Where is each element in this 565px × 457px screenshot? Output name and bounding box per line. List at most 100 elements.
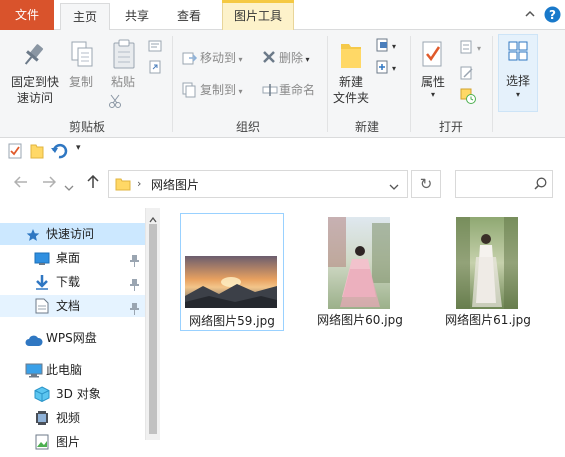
pictures-icon (35, 434, 49, 457)
properties-button[interactable]: 属性 ▾ (414, 74, 452, 100)
refresh-button[interactable]: ↻ (411, 170, 441, 198)
tab-home[interactable]: 主页 (60, 3, 110, 31)
3d-objects-icon (34, 386, 50, 409)
tab-picture-tools[interactable]: 图片工具 (222, 3, 294, 30)
new-folder-label-line2: 文件夹 (332, 91, 369, 105)
breadcrumb-separator-chevron-icon[interactable]: › (137, 177, 141, 190)
star-icon (26, 227, 40, 249)
file-tile[interactable]: 网络图片60.jpg (308, 213, 412, 331)
nav-item-3d-objects[interactable]: 3D 对象 (0, 383, 145, 405)
collapse-ribbon-chevron-icon[interactable] (524, 8, 536, 23)
new-folder-icon[interactable] (30, 143, 44, 162)
nav-item-desktop[interactable]: 桌面 (0, 247, 145, 269)
nav-item-documents[interactable]: 文档 (0, 295, 145, 317)
pin-icon[interactable] (130, 300, 139, 315)
file-tile[interactable]: 网络图片59.jpg (180, 213, 284, 331)
easy-access-icon[interactable]: ▾ (376, 60, 398, 77)
rename-button[interactable]: 重命名 (279, 82, 315, 98)
desktop-icon (34, 251, 50, 273)
nav-item-this-pc[interactable]: 此电脑 (0, 359, 145, 381)
pin-icon[interactable] (130, 276, 139, 291)
svg-text:▾: ▾ (392, 42, 396, 51)
cloud-icon (25, 332, 43, 354)
nav-item-downloads[interactable]: 下载 (0, 271, 145, 293)
nav-item-label: 下载 (56, 275, 81, 289)
delete-label: 删除 (279, 51, 304, 65)
move-to-icon (182, 50, 198, 69)
search-icon[interactable] (534, 177, 547, 193)
clipboard-group-label: 剪贴板 (68, 120, 105, 134)
new-folder-label-line1: 新建 (338, 75, 363, 89)
move-to-dropdown-arrow-icon: ▾ (236, 55, 243, 64)
address-path[interactable]: 网络图片 (151, 176, 199, 193)
paste-button[interactable]: 粘贴 (106, 74, 140, 90)
file-name[interactable]: 网络图片60.jpg (308, 311, 412, 328)
nav-item-quick-access[interactable]: 快速访问 (0, 223, 145, 245)
move-to-button[interactable]: 移动到 ▾ (200, 50, 243, 68)
back-arrow-icon[interactable] (13, 174, 28, 193)
ribbon-separator (172, 36, 173, 132)
select-icon (508, 41, 528, 64)
address-history-chevron-icon[interactable] (389, 180, 399, 194)
tab-file[interactable]: 文件 (0, 0, 54, 30)
pin-label-line1: 固定到快 (10, 75, 59, 89)
file-name[interactable]: 网络图片61.jpg (436, 311, 540, 328)
delete-button[interactable]: 删除 ▾ (279, 50, 310, 68)
search-box[interactable] (455, 170, 553, 198)
select-button[interactable]: 选择 ▾ (498, 34, 538, 112)
nav-item-label: 快速访问 (46, 227, 95, 241)
video-icon (35, 410, 49, 433)
tab-share[interactable]: 共享 (114, 3, 160, 30)
ribbon-separator (327, 36, 328, 132)
nav-item-label: 视频 (56, 411, 81, 425)
forward-arrow-icon[interactable] (42, 174, 57, 193)
nav-item-wps-cloud[interactable]: WPS网盘 (0, 327, 145, 349)
cut-icon[interactable] (108, 94, 122, 111)
select-dropdown-arrow-icon: ▾ (515, 90, 520, 99)
document-icon (35, 298, 49, 321)
edit-icon[interactable] (460, 66, 474, 83)
new-item-icon[interactable]: ▾ (376, 38, 398, 55)
history-icon[interactable] (460, 88, 476, 107)
pin-icon[interactable] (130, 252, 139, 267)
svg-text:▾: ▾ (477, 44, 481, 53)
nav-item-pictures[interactable]: 图片 (0, 431, 145, 453)
nav-item-label: 3D 对象 (56, 387, 101, 401)
folder-icon (115, 176, 131, 195)
navigation-pane-scrollbar[interactable] (145, 208, 160, 440)
file-name[interactable]: 网络图片59.jpg (181, 312, 283, 329)
up-arrow-icon[interactable] (86, 174, 100, 193)
open-icon[interactable]: ▾ (460, 40, 484, 57)
move-to-label: 移动到 (200, 51, 237, 65)
recent-locations-chevron-icon[interactable] (64, 177, 74, 196)
copy-icon (70, 40, 94, 73)
tab-view[interactable]: 查看 (166, 3, 212, 30)
copy-to-button[interactable]: 复制到 ▾ (200, 82, 243, 100)
rename-icon (262, 83, 278, 100)
copy-to-icon (182, 82, 198, 101)
ribbon-separator (410, 36, 411, 132)
file-tile[interactable]: 网络图片61.jpg (436, 213, 540, 331)
ribbon: 固定到快 速访问 复制 粘贴 剪贴板 移动到 ▾ 复制到 ▾ 删除 ▾ 重命名 … (0, 30, 565, 138)
image-thumbnail (185, 256, 277, 308)
nav-item-label: 桌面 (56, 251, 81, 265)
address-bar[interactable]: › 网络图片 (108, 170, 408, 198)
properties-dropdown-arrow-icon: ▾ (430, 90, 435, 99)
svg-text:?: ? (549, 8, 556, 22)
properties-checklist-icon[interactable] (8, 143, 22, 162)
svg-text:▾: ▾ (392, 64, 396, 73)
ribbon-tab-bar: 文件 主页 共享 查看 图片工具 ? (0, 0, 565, 31)
nav-item-label: 图片 (56, 435, 81, 449)
new-folder-button[interactable]: 新建 文件夹 (330, 74, 372, 106)
pin-to-quick-access-button[interactable]: 固定到快 速访问 (6, 74, 64, 106)
navigation-pane: 快速访问 桌面 下载 文档 WPS网盘 此电脑 3D 对象 视频 图片 (0, 208, 160, 450)
scrollbar-thumb[interactable] (149, 224, 157, 434)
nav-item-videos[interactable]: 视频 (0, 407, 145, 429)
customize-toolbar-dropdown-icon[interactable]: ▾ (76, 143, 81, 153)
paste-shortcut-icon[interactable] (148, 60, 162, 77)
copy-path-icon[interactable] (148, 40, 162, 55)
copy-button[interactable]: 复制 (64, 74, 98, 90)
refresh-icon: ↻ (419, 175, 433, 193)
undo-icon[interactable] (50, 142, 68, 163)
help-icon[interactable]: ? (544, 6, 561, 26)
